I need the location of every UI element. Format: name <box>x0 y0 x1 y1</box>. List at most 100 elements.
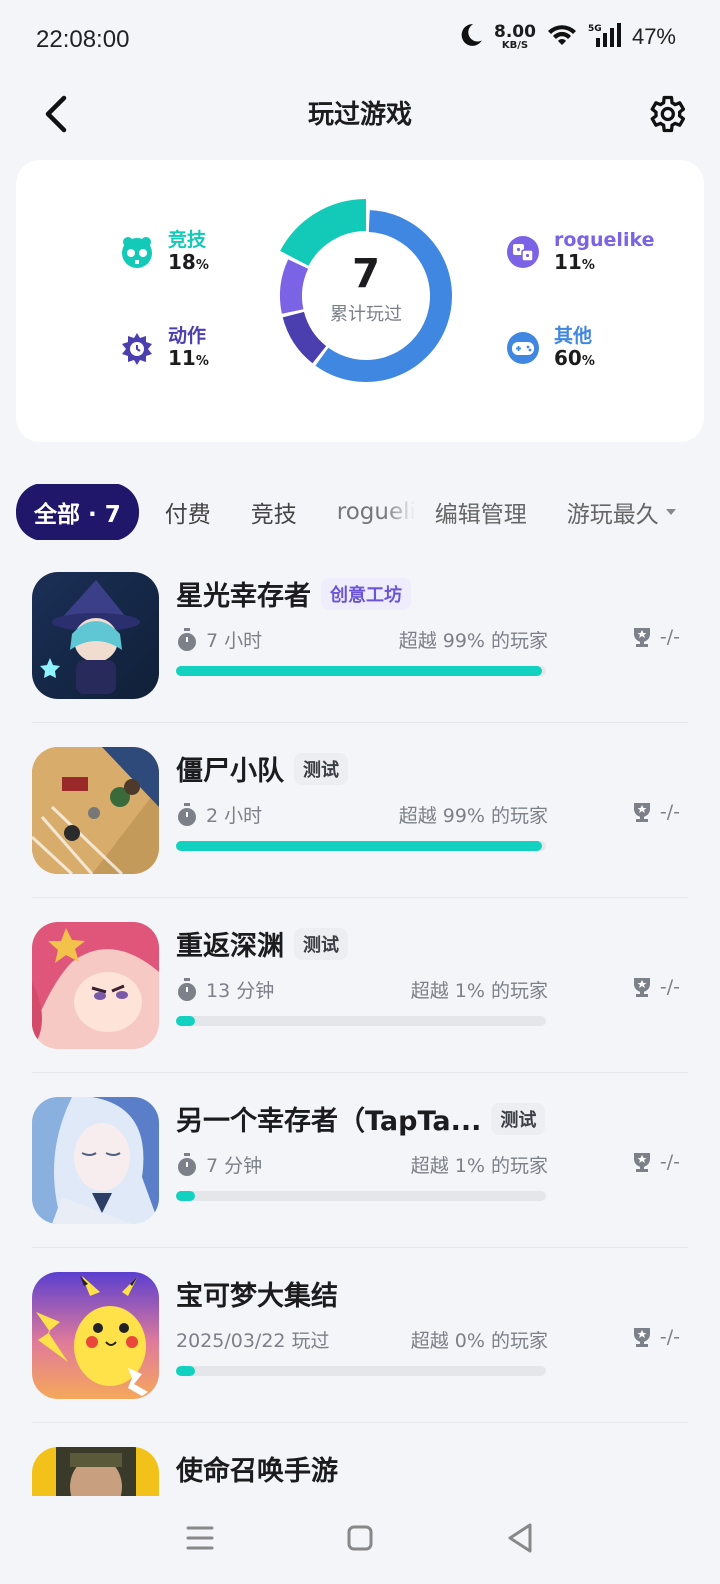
tab-all[interactable]: 全部 · 7 <box>16 484 139 540</box>
game-list: 星光幸存者 创意工坊 7 小时 超越 99% 的玩家 -/- 僵尸小队 测试 2… <box>0 560 720 1496</box>
progress-bar <box>176 1016 546 1026</box>
stat-competitive: 竞技 18% <box>118 230 209 273</box>
stat-percent: 11% <box>168 345 209 370</box>
trophy-icon <box>633 978 650 997</box>
total-games-label: 累计玩过 <box>330 304 402 325</box>
stopwatch-icon <box>178 627 196 651</box>
divider <box>32 1072 688 1073</box>
play-summary-card: 竞技 18% 动作 11% 7 累计玩过 roguelike 11% 其他 60… <box>16 160 704 442</box>
filter-tabs: 全部 · 7 付费 竞技 roguelike 编辑管理 游玩最久 <box>16 484 720 540</box>
achievement-count: -/- <box>632 626 680 648</box>
divider <box>32 1422 688 1423</box>
tab-competitive[interactable]: 竞技 <box>251 495 297 529</box>
test-badge: 测试 <box>294 752 348 785</box>
game-name-row: 僵尸小队 测试 <box>176 749 348 788</box>
gear-icon <box>650 95 686 133</box>
divider <box>32 1247 688 1248</box>
list-item[interactable]: 僵尸小队 测试 2 小时 超越 99% 的玩家 -/- <box>32 735 688 911</box>
stat-percent: 11% <box>554 249 595 274</box>
app-header: 玩过游戏 <box>0 84 720 144</box>
caret-down-icon <box>665 509 676 515</box>
game-name: 重返深渊 <box>176 931 284 962</box>
achievement-count: -/- <box>632 1151 680 1173</box>
list-item[interactable]: 宝可梦大集结 2025/03/22 玩过 超越 0% 的玩家 -/- <box>32 1260 688 1436</box>
game-name: 宝可梦大集结 <box>176 1281 338 1312</box>
moon-icon <box>458 22 484 52</box>
percentile-text: 超越 99% 的玩家 <box>398 805 548 827</box>
game-name-row: 使命召唤手游 <box>176 1449 338 1488</box>
progress-bar <box>176 1191 546 1201</box>
achievement-count: -/- <box>632 976 680 998</box>
game-icon-pokemon-unite <box>32 1272 159 1399</box>
game-icon-another-survivor <box>32 1097 159 1224</box>
system-nav-bar <box>0 1496 720 1584</box>
progress-bar <box>176 1366 546 1376</box>
stat-action: 动作 11% <box>118 326 209 369</box>
game-name: 星光幸存者 <box>176 581 311 612</box>
achievement-count: -/- <box>632 801 680 823</box>
game-name-row: 星光幸存者 创意工坊 <box>176 574 411 613</box>
stat-percent: 60% <box>554 345 595 370</box>
network-speed: 8.00 KB/S <box>494 21 536 51</box>
menu-icon <box>186 1526 214 1550</box>
battery-level: 47% <box>631 24 676 49</box>
stat-name: 动作 <box>168 325 207 347</box>
game-icon-return-abyss <box>32 922 159 1049</box>
stat-name: 竞技 <box>168 229 207 251</box>
last-played-date: 2025/03/22 玩过 <box>176 1330 330 1352</box>
divider <box>32 722 688 723</box>
game-name: 僵尸小队 <box>176 756 284 787</box>
trophy-icon <box>633 1328 650 1347</box>
list-item[interactable]: 使命召唤手游 <box>32 1435 688 1496</box>
playtime: 7 分钟 <box>176 1151 262 1178</box>
progress-bar <box>176 841 546 851</box>
back-nav-button[interactable] <box>505 1522 535 1558</box>
back-triangle-icon <box>508 1523 532 1553</box>
page-title: 玩过游戏 <box>307 100 412 130</box>
stopwatch-icon <box>178 1152 196 1176</box>
list-item[interactable]: 另一个幸存者（TapTa... 测试 7 分钟 超越 1% 的玩家 -/- <box>32 1085 688 1261</box>
stopwatch-icon <box>178 802 196 826</box>
game-icon-starlight-survivor <box>32 572 159 699</box>
stopwatch-icon <box>178 977 196 1001</box>
tab-roguelike[interactable]: roguelike <box>337 499 415 525</box>
percentile-text: 超越 1% 的玩家 <box>410 1155 548 1177</box>
menu-nav-button[interactable] <box>185 1525 215 1555</box>
game-name-row: 重返深渊 测试 <box>176 924 348 963</box>
controller-icon <box>504 329 542 367</box>
game-name: 另一个幸存者（TapTa... <box>176 1106 482 1137</box>
list-item[interactable]: 重返深渊 测试 13 分钟 超越 1% 的玩家 -/- <box>32 910 688 1086</box>
trophy-icon <box>633 628 650 647</box>
test-badge: 测试 <box>491 1102 546 1135</box>
action-icon <box>118 329 156 367</box>
achievement-count: -/- <box>632 1326 680 1348</box>
tab-paid[interactable]: 付费 <box>165 495 211 529</box>
game-name: 使命召唤手游 <box>176 1456 338 1487</box>
sort-dropdown[interactable]: 游玩最久 <box>567 495 677 529</box>
sort-label: 游玩最久 <box>566 502 659 528</box>
game-icon-zombie-squad <box>32 747 159 874</box>
category-donut-chart: 7 累计玩过 <box>266 196 466 396</box>
game-icon-call-of-duty <box>32 1447 159 1496</box>
status-icons: 8.00 KB/S 5G 47% <box>458 22 676 52</box>
progress-bar <box>176 666 546 676</box>
stat-roguelike: roguelike 11% <box>504 230 654 273</box>
playtime: 13 分钟 <box>176 976 274 1003</box>
game-name-row: 另一个幸存者（TapTa... 测试 <box>176 1099 546 1138</box>
stat-percent: 18% <box>168 249 209 274</box>
signal-icon: 5G <box>588 22 622 52</box>
percentile-text: 超越 0% 的玩家 <box>410 1330 548 1352</box>
test-badge: 测试 <box>294 927 348 960</box>
gamepad-icon <box>118 233 156 271</box>
settings-button[interactable] <box>642 90 690 138</box>
home-square-icon <box>347 1525 373 1551</box>
total-games-count: 7 <box>352 251 380 297</box>
status-time: 22:08:00 <box>36 26 130 53</box>
dice-icon <box>504 233 542 271</box>
edit-manage-button[interactable]: 编辑管理 <box>435 495 527 529</box>
svg-text:5G: 5G <box>588 24 602 34</box>
percentile-text: 超越 1% 的玩家 <box>410 980 548 1002</box>
stat-name: roguelike <box>554 229 655 251</box>
home-nav-button[interactable] <box>346 1524 374 1556</box>
list-item[interactable]: 星光幸存者 创意工坊 7 小时 超越 99% 的玩家 -/- <box>32 560 688 736</box>
